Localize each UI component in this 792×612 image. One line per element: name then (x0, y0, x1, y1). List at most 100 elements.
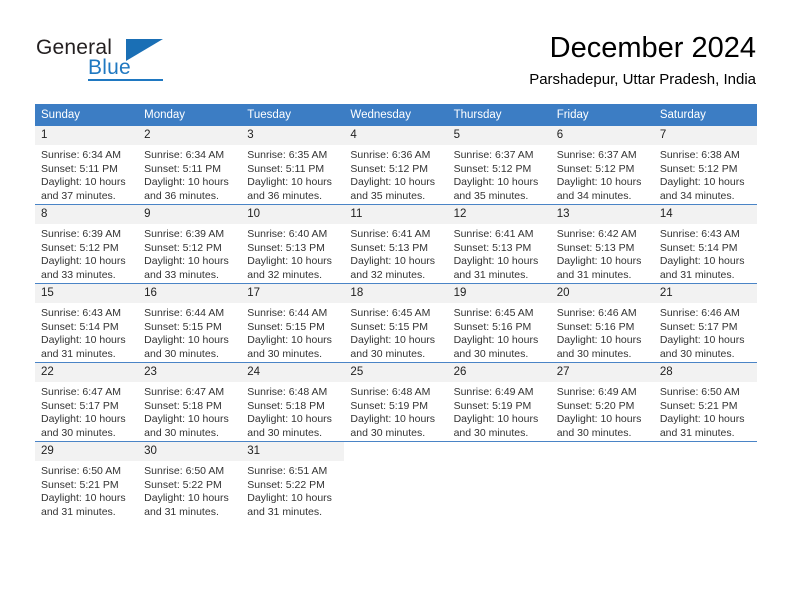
day-cell[interactable]: 25 Sunrise: 6:48 AM Sunset: 5:19 PM Dayl… (344, 362, 448, 442)
day-cell[interactable]: 22 Sunrise: 6:47 AM Sunset: 5:17 PM Dayl… (35, 362, 139, 442)
day-cell[interactable]: 6 Sunrise: 6:37 AM Sunset: 5:12 PM Dayli… (550, 126, 654, 205)
title-block: December 2024 Parshadepur, Uttar Pradesh… (529, 30, 756, 91)
day-cell[interactable]: 29 Sunrise: 6:50 AM Sunset: 5:21 PM Dayl… (35, 441, 139, 520)
sunrise-text: Sunrise: 6:47 AM (41, 386, 121, 398)
daylight-text-line1: Daylight: 10 hours (144, 334, 229, 347)
week-row: 29 Sunrise: 6:50 AM Sunset: 5:21 PM Dayl… (35, 441, 757, 520)
day-cell[interactable]: 28 Sunrise: 6:50 AM Sunset: 5:21 PM Dayl… (653, 362, 757, 442)
calendar-table: Sunday Monday Tuesday Wednesday Thursday… (35, 104, 757, 520)
day-cell[interactable]: 12 Sunrise: 6:41 AM Sunset: 5:13 PM Dayl… (447, 204, 551, 284)
daylight-text-line1: Daylight: 10 hours (247, 334, 332, 347)
day-number: 19 (447, 284, 551, 303)
daylight-text-line2: and 31 minutes. (144, 505, 219, 518)
sunrise-text: Sunrise: 6:35 AM (247, 149, 328, 161)
sunrise-text: Sunrise: 6:45 AM (453, 307, 534, 319)
day-cell[interactable]: 21 Sunrise: 6:46 AM Sunset: 5:17 PM Dayl… (653, 283, 757, 363)
sunrise-text: Sunrise: 6:51 AM (247, 465, 328, 477)
daylight-text-line2: and 30 minutes. (41, 426, 116, 439)
day-info: Sunrise: 6:45 AM Sunset: 5:16 PM Dayligh… (448, 303, 551, 361)
sunrise-text: Sunrise: 6:50 AM (659, 386, 740, 398)
weekday-header-saturday: Saturday (653, 104, 757, 126)
daylight-text-line1: Daylight: 10 hours (247, 413, 332, 426)
day-cell[interactable]: 4 Sunrise: 6:36 AM Sunset: 5:12 PM Dayli… (344, 126, 448, 205)
sunrise-text: Sunrise: 6:38 AM (659, 149, 740, 161)
weekday-header-monday: Monday (138, 104, 242, 126)
day-cell[interactable]: 10 Sunrise: 6:40 AM Sunset: 5:13 PM Dayl… (241, 204, 345, 284)
day-number: 21 (653, 284, 757, 303)
daylight-text-line1: Daylight: 10 hours (556, 334, 642, 347)
day-cell[interactable]: 26 Sunrise: 6:49 AM Sunset: 5:19 PM Dayl… (447, 362, 551, 442)
daylight-text-line1: Daylight: 10 hours (659, 413, 745, 426)
daylight-text-line2: and 37 minutes. (41, 189, 116, 202)
day-info: Sunrise: 6:36 AM Sunset: 5:12 PM Dayligh… (344, 145, 447, 203)
page-subtitle: Parshadepur, Uttar Pradesh, India (529, 71, 756, 88)
daylight-text-line2: and 30 minutes. (453, 347, 529, 360)
day-cell[interactable]: 5 Sunrise: 6:37 AM Sunset: 5:12 PM Dayli… (447, 126, 551, 205)
daylight-text-line2: and 31 minutes. (453, 268, 529, 281)
day-number: 8 (35, 205, 139, 224)
sunset-text: Sunset: 5:15 PM (350, 320, 429, 333)
day-number: 1 (35, 126, 139, 145)
day-cell[interactable]: 13 Sunrise: 6:42 AM Sunset: 5:13 PM Dayl… (550, 204, 654, 284)
day-cell[interactable]: 17 Sunrise: 6:44 AM Sunset: 5:15 PM Dayl… (241, 283, 345, 363)
day-number: 23 (138, 363, 242, 382)
daylight-text-line1: Daylight: 10 hours (144, 176, 229, 189)
day-number: 4 (344, 126, 448, 145)
day-info: Sunrise: 6:50 AM Sunset: 5:22 PM Dayligh… (138, 461, 241, 519)
day-cell[interactable]: 11 Sunrise: 6:41 AM Sunset: 5:13 PM Dayl… (344, 204, 448, 284)
day-number: 16 (138, 284, 242, 303)
day-cell[interactable]: 30 Sunrise: 6:50 AM Sunset: 5:22 PM Dayl… (138, 441, 242, 520)
day-cell[interactable]: 19 Sunrise: 6:45 AM Sunset: 5:16 PM Dayl… (447, 283, 551, 363)
sunrise-text: Sunrise: 6:49 AM (453, 386, 534, 398)
calendar-page: General Blue December 2024 Parshadepur, … (0, 0, 792, 612)
day-info: Sunrise: 6:48 AM Sunset: 5:18 PM Dayligh… (241, 382, 344, 440)
day-number: 30 (138, 442, 242, 461)
day-cell[interactable]: 23 Sunrise: 6:47 AM Sunset: 5:18 PM Dayl… (138, 362, 242, 442)
day-info: Sunrise: 6:45 AM Sunset: 5:15 PM Dayligh… (344, 303, 447, 361)
daylight-text-line1: Daylight: 10 hours (41, 176, 126, 189)
sunrise-text: Sunrise: 6:50 AM (144, 465, 225, 477)
daylight-text-line1: Daylight: 10 hours (41, 413, 126, 426)
day-cell[interactable]: 31 Sunrise: 6:51 AM Sunset: 5:22 PM Dayl… (241, 441, 345, 520)
day-info: Sunrise: 6:43 AM Sunset: 5:14 PM Dayligh… (654, 224, 757, 282)
day-info: Sunrise: 6:47 AM Sunset: 5:18 PM Dayligh… (138, 382, 241, 440)
day-info: Sunrise: 6:38 AM Sunset: 5:12 PM Dayligh… (654, 145, 757, 203)
daylight-text-line1: Daylight: 10 hours (247, 255, 332, 268)
daylight-text-line2: and 31 minutes. (41, 347, 116, 360)
sunset-text: Sunset: 5:16 PM (556, 320, 635, 333)
day-info: Sunrise: 6:50 AM Sunset: 5:21 PM Dayligh… (654, 382, 757, 440)
weekday-header-thursday: Thursday (447, 104, 551, 126)
day-cell[interactable]: 24 Sunrise: 6:48 AM Sunset: 5:18 PM Dayl… (241, 362, 345, 442)
daylight-text-line2: and 31 minutes. (41, 505, 116, 518)
day-cell[interactable]: 2 Sunrise: 6:34 AM Sunset: 5:11 PM Dayli… (138, 126, 242, 205)
day-info: Sunrise: 6:40 AM Sunset: 5:13 PM Dayligh… (241, 224, 344, 282)
day-cell[interactable]: 15 Sunrise: 6:43 AM Sunset: 5:14 PM Dayl… (35, 283, 139, 363)
general-blue-logo[interactable]: General Blue (36, 36, 166, 82)
day-cell[interactable]: 14 Sunrise: 6:43 AM Sunset: 5:14 PM Dayl… (653, 204, 757, 284)
sunrise-text: Sunrise: 6:36 AM (350, 149, 431, 161)
weekday-header-row: Sunday Monday Tuesday Wednesday Thursday… (35, 104, 757, 126)
sunset-text: Sunset: 5:15 PM (247, 320, 325, 333)
day-cell[interactable]: 9 Sunrise: 6:39 AM Sunset: 5:12 PM Dayli… (138, 204, 242, 284)
day-number: 28 (653, 363, 757, 382)
day-cell[interactable]: 7 Sunrise: 6:38 AM Sunset: 5:12 PM Dayli… (653, 126, 757, 205)
day-info: Sunrise: 6:47 AM Sunset: 5:17 PM Dayligh… (35, 382, 138, 440)
day-cell[interactable]: 8 Sunrise: 6:39 AM Sunset: 5:12 PM Dayli… (35, 204, 139, 284)
day-number: 15 (35, 284, 139, 303)
day-cell-empty (550, 441, 654, 520)
day-cell[interactable]: 16 Sunrise: 6:44 AM Sunset: 5:15 PM Dayl… (138, 283, 242, 363)
day-info: Sunrise: 6:34 AM Sunset: 5:11 PM Dayligh… (35, 145, 138, 203)
daylight-text-line1: Daylight: 10 hours (350, 255, 436, 268)
daylight-text-line1: Daylight: 10 hours (41, 255, 126, 268)
day-cell[interactable]: 1 Sunrise: 6:34 AM Sunset: 5:11 PM Dayli… (35, 126, 139, 205)
day-cell-empty (653, 441, 757, 520)
weekday-header-friday: Friday (550, 104, 654, 126)
day-cell[interactable]: 18 Sunrise: 6:45 AM Sunset: 5:15 PM Dayl… (344, 283, 448, 363)
day-cell[interactable]: 27 Sunrise: 6:49 AM Sunset: 5:20 PM Dayl… (550, 362, 654, 442)
day-cell[interactable]: 3 Sunrise: 6:35 AM Sunset: 5:11 PM Dayli… (241, 126, 345, 205)
day-cell-empty (344, 441, 448, 520)
sunset-text: Sunset: 5:11 PM (41, 162, 118, 175)
daylight-text-line2: and 36 minutes. (144, 189, 219, 202)
sunset-text: Sunset: 5:12 PM (659, 162, 738, 175)
day-cell[interactable]: 20 Sunrise: 6:46 AM Sunset: 5:16 PM Dayl… (550, 283, 654, 363)
